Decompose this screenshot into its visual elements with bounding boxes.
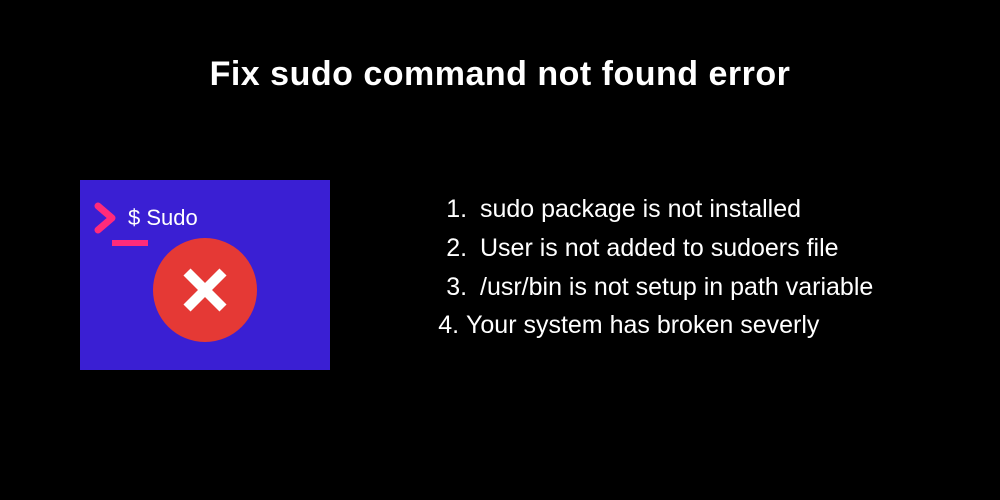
chevron-right-icon bbox=[94, 202, 120, 234]
list-item: /usr/bin is not setup in path variable bbox=[474, 268, 873, 307]
list-item: Your system has broken severly bbox=[466, 306, 873, 345]
reasons-list-container: sudo package is not installed User is no… bbox=[440, 180, 873, 345]
error-icon bbox=[153, 238, 257, 342]
cursor-underline-icon bbox=[112, 240, 148, 246]
page-title: Fix sudo command not found error bbox=[0, 55, 1000, 94]
reasons-list: sudo package is not installed User is no… bbox=[440, 190, 873, 345]
content-row: $ Sudo sudo package is not installed Use… bbox=[0, 180, 1000, 370]
terminal-prompt-text: $ Sudo bbox=[128, 205, 198, 231]
terminal-graphic: $ Sudo bbox=[80, 180, 330, 370]
list-item: sudo package is not installed bbox=[474, 190, 873, 229]
list-item: User is not added to sudoers file bbox=[474, 229, 873, 268]
prompt-row: $ Sudo bbox=[94, 202, 198, 234]
